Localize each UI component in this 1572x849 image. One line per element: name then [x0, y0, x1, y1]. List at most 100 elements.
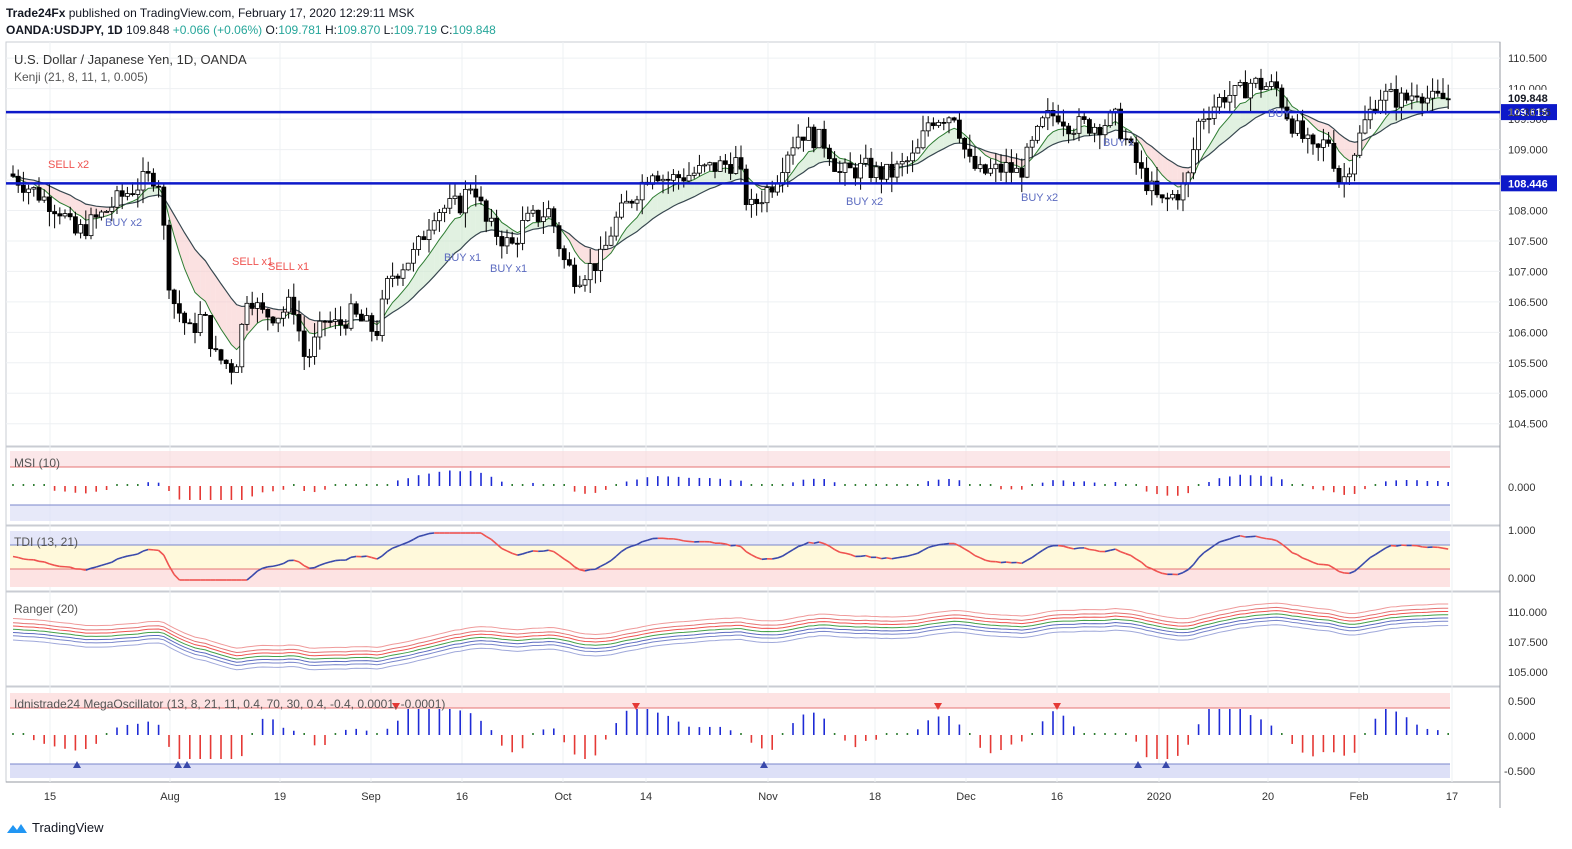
- tdi-seg-265: [1390, 544, 1397, 547]
- candle-body-48: [260, 302, 266, 310]
- candle-body-106: [561, 248, 567, 261]
- kenji-slow-line: [12, 106, 1449, 323]
- signal-label-3: SELL x1: [268, 261, 309, 273]
- price-tick-9: 106.000: [1508, 327, 1548, 339]
- candle-body-160: [842, 162, 848, 173]
- candle-body-125: [660, 178, 666, 182]
- tdi-seg-169: [891, 557, 898, 560]
- candle-body-205: [1076, 116, 1082, 134]
- candle-body-38: [208, 315, 214, 350]
- tdi-seg-240: [1260, 536, 1267, 540]
- tradingview-footer[interactable]: TradingView: [6, 820, 104, 835]
- ranger-line-5: [12, 619, 1449, 666]
- candle-body-258: [1352, 154, 1357, 175]
- candle-body-53: [286, 296, 292, 313]
- candle-body-89: [473, 188, 479, 198]
- candle-body-153: [806, 126, 811, 141]
- mega-tick-neg: -0.500: [1504, 766, 1535, 778]
- candle-body-177: [931, 122, 936, 127]
- candle-body-222: [1165, 197, 1170, 200]
- candle-body-138: [728, 164, 733, 174]
- candle-body-234: [1227, 94, 1233, 103]
- candle-body-24: [135, 189, 141, 195]
- price-tags: 109.848109.615108.44612:30:56: [1501, 89, 1557, 192]
- cloud-seg-236: [1240, 102, 1246, 129]
- candle-body-44: [239, 323, 245, 368]
- price-tick-0: 110.500: [1508, 53, 1547, 65]
- tdi-seg-171: [902, 555, 908, 558]
- ranger-label[interactable]: Ranger (20): [14, 602, 78, 616]
- candle-body-5: [36, 187, 42, 201]
- candle-body-275: [1440, 92, 1446, 100]
- tdi-seg-109: [579, 568, 586, 572]
- mega-label[interactable]: Idnistrade24 MegaOscillator (13, 8, 21, …: [14, 697, 445, 711]
- candle-body-168: [884, 163, 889, 180]
- tdi-seg-204: [1073, 547, 1080, 550]
- candle-body-144: [759, 202, 765, 205]
- candle-body-25: [140, 171, 146, 191]
- candle-body-174: [915, 147, 921, 154]
- candle-body-109: [577, 284, 583, 287]
- candle-body-218: [1144, 167, 1149, 192]
- candle-body-34: [187, 322, 193, 325]
- cloud-seg-134: [709, 171, 715, 189]
- cloud-seg-269: [1411, 101, 1417, 117]
- candle-body-100: [530, 209, 536, 214]
- time-tick-1: Aug: [160, 791, 180, 803]
- price-tick-5: 108.000: [1508, 205, 1548, 217]
- candle-body-16: [93, 214, 99, 218]
- cloud-seg-222: [1167, 159, 1173, 184]
- tdi-label[interactable]: TDI (13, 21): [14, 535, 78, 549]
- candle-body-247: [1295, 120, 1300, 134]
- price-tick-12: 104.500: [1508, 419, 1548, 431]
- cloud-seg-133: [704, 171, 710, 192]
- candle-body-60: [322, 320, 328, 323]
- candle-body-40: [218, 349, 224, 361]
- msi-label[interactable]: MSI (10): [14, 456, 60, 470]
- cloud-seg-242: [1271, 88, 1277, 110]
- candle-body-46: [249, 302, 255, 309]
- candle-body-190: [998, 163, 1004, 173]
- candle-body-236: [1237, 81, 1243, 86]
- candle-body-113: [598, 248, 603, 272]
- tdi-low-band: [10, 569, 1450, 587]
- candle-body-252: [1321, 139, 1326, 148]
- cloud-seg-36: [200, 255, 206, 302]
- tdi-seg-129: [683, 540, 690, 543]
- candle-body-152: [801, 136, 806, 141]
- candle-body-193: [1014, 167, 1019, 173]
- candle-body-189: [993, 163, 999, 170]
- candle-body-105: [556, 225, 562, 250]
- cloud-seg-201: [1058, 128, 1064, 143]
- tdi-seg-5: [38, 560, 45, 563]
- candle-body-206: [1081, 116, 1087, 120]
- candle-body-227: [1191, 149, 1196, 174]
- signal-label-0: SELL x2: [48, 159, 89, 171]
- candle-body-143: [754, 198, 759, 205]
- signal-label-5: BUY x1: [490, 263, 527, 275]
- time-tick-6: 14: [640, 791, 652, 803]
- candle-body-12: [73, 216, 78, 234]
- cloud-seg-111: [590, 247, 596, 265]
- candle-body-112: [593, 263, 598, 272]
- candle-body-33: [182, 312, 188, 324]
- price-tick-3: 109.000: [1508, 145, 1548, 157]
- candle-body-223: [1170, 194, 1175, 199]
- candle-body-163: [858, 162, 863, 179]
- candle-body-173: [910, 152, 915, 162]
- candle-body-171: [899, 161, 905, 165]
- candle-body-157: [827, 147, 832, 160]
- time-tag: 12:30:56: [1508, 107, 1551, 119]
- chart-canvas[interactable]: SELL x2 BUY x2 SELL x1SELL x1 BUY x1 BUY x1 B…: [0, 0, 1572, 849]
- candle-body-19: [109, 206, 115, 212]
- candle-body-204: [1071, 132, 1077, 135]
- candle-body-145: [764, 187, 770, 204]
- cloud-seg-31: [174, 214, 180, 254]
- cloud-seg-41: [226, 291, 232, 345]
- candle-body-180: [946, 117, 952, 124]
- candle-body-103: [546, 208, 551, 218]
- time-tick-10: 16: [1051, 791, 1063, 803]
- kenji-indicator-label[interactable]: Kenji (21, 8, 11, 1, 0.005): [14, 70, 148, 84]
- candle-body-62: [332, 319, 338, 322]
- ranger-bands: [12, 602, 1449, 671]
